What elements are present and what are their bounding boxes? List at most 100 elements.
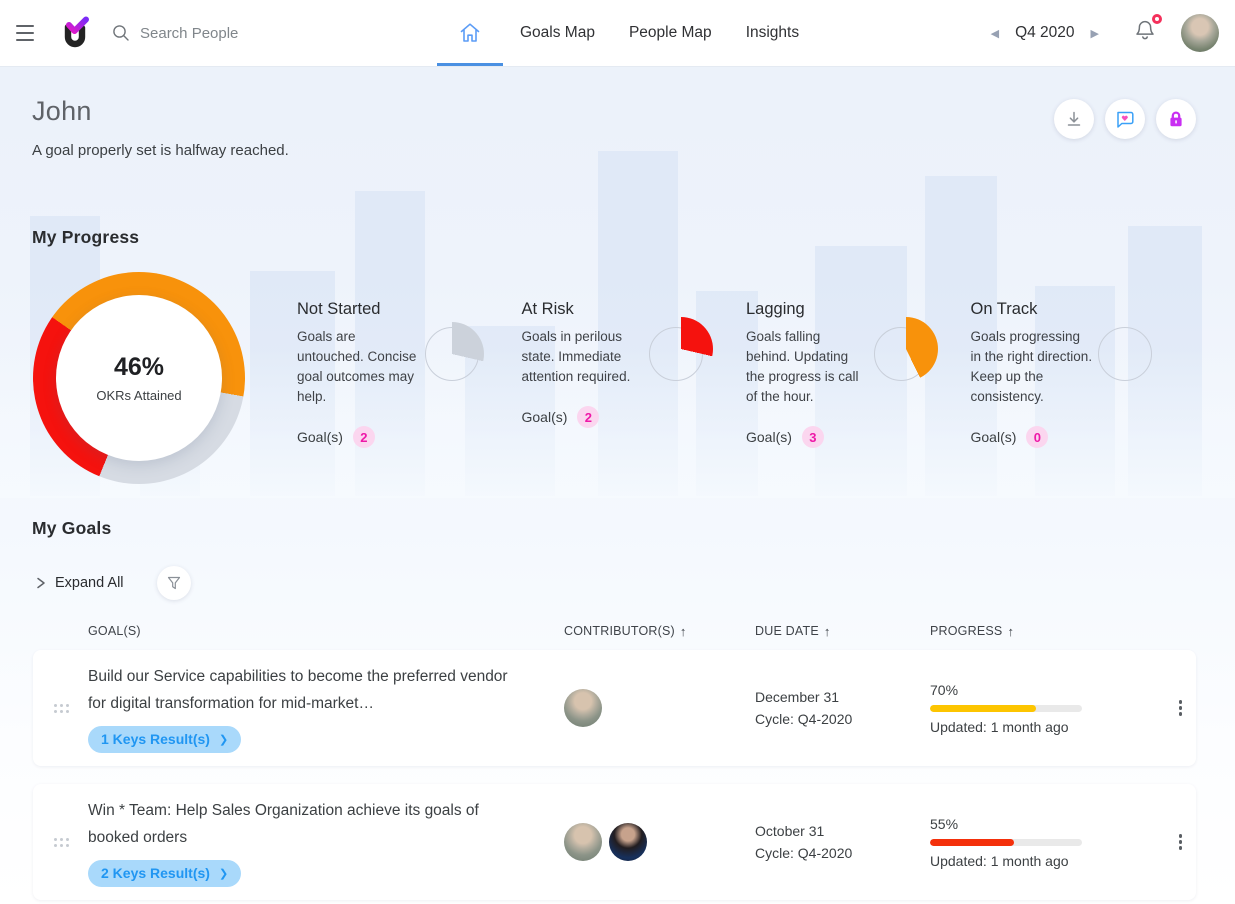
people-search [112,24,330,42]
cycle-next-icon[interactable]: ▶ [1087,23,1103,44]
hamburger-menu-icon[interactable] [16,25,40,41]
goals-count-badge[interactable]: 2 [353,426,375,448]
feedback-button[interactable] [1105,99,1145,139]
primary-nav: Goals Map People Map Insights [437,0,816,66]
due-date-cell: December 31 Cycle: Q4-2020 [744,686,919,730]
chevron-right-icon[interactable] [34,575,48,591]
cycle-label: Q4 2020 [1015,24,1074,42]
hero-action-buttons [1054,99,1196,139]
status-description: Goals falling behind. Updating the progr… [746,327,868,407]
status-title: Not Started [297,300,522,319]
contributors-cell [538,689,744,727]
status-card-lagging: Lagging Goals falling behind. Updating t… [746,300,971,448]
progress-bar [930,705,1082,712]
my-goals-title: My Goals [32,518,111,539]
lagging-pie-icon [869,322,933,386]
my-progress-title: My Progress [32,227,139,248]
updated-label: Updated: 1 month ago [930,719,1139,735]
goals-label: Goal(s) [746,429,792,445]
expand-all-button[interactable]: Expand All [55,575,124,591]
column-goals[interactable]: GOAL(S) [88,624,538,638]
motivation-quote: A goal properly set is halfway reached. [32,142,289,159]
contributor-avatar [564,689,602,727]
status-card-list: Not Started Goals are untouched. Concise… [297,300,1195,448]
column-contributors[interactable]: CONTRIBUTOR(S)↑ [538,624,744,639]
contributor-avatar [564,823,602,861]
goal-title: Build our Service capabilities to become… [88,663,520,717]
goals-label: Goal(s) [297,429,343,445]
column-due-date[interactable]: DUE DATE↑ [744,624,919,639]
active-tab-indicator [437,63,503,66]
chevron-right-icon: ❯ [219,733,228,746]
row-menu-button[interactable] [1165,834,1196,850]
due-date-cell: October 31 Cycle: Q4-2020 [744,820,919,864]
progress-cell: 70% Updated: 1 month ago [919,682,1139,735]
search-input[interactable] [140,25,330,42]
status-title: On Track [971,300,1196,319]
feedback-heart-icon [1114,108,1136,130]
progress-percent: 70% [930,682,1139,698]
updated-label: Updated: 1 month ago [930,853,1139,869]
app-logo[interactable] [58,15,92,51]
tab-insights[interactable]: Insights [729,0,816,66]
okr-percent-value: 46% [114,353,164,382]
goals-count-badge[interactable]: 2 [577,406,599,428]
goals-toolbar: Expand All [34,566,191,600]
status-description: Goals in perilous state. Immediate atten… [522,327,644,387]
download-button[interactable] [1054,99,1094,139]
user-avatar[interactable] [1181,14,1219,52]
progress-cell: 55% Updated: 1 month ago [919,816,1139,869]
okr-dashboard-page: Goals Map People Map Insights ◀ Q4 2020 … [0,0,1235,904]
user-hero: John A goal properly set is halfway reac… [32,96,289,159]
lock-button[interactable] [1156,99,1196,139]
topbar-right-group: ◀ Q4 2020 ▶ [987,0,1219,66]
sort-asc-icon: ↑ [1007,624,1014,639]
progress-percent: 55% [930,816,1139,832]
goal-title: Win * Team: Help Sales Organization achi… [88,797,520,851]
goal-row[interactable]: Win * Team: Help Sales Organization achi… [33,784,1196,900]
key-results-pill[interactable]: 1 Keys Result(s)❯ [88,726,241,753]
sort-asc-icon: ↑ [680,624,687,639]
top-navigation-bar: Goals Map People Map Insights ◀ Q4 2020 … [0,0,1235,66]
filter-funnel-icon [165,574,183,592]
filter-button[interactable] [157,566,191,600]
search-icon [112,24,130,42]
page-title: John [32,96,289,127]
tab-goals-map[interactable]: Goals Map [503,0,612,66]
status-card-not-started: Not Started Goals are untouched. Concise… [297,300,522,448]
tab-home[interactable] [437,0,503,66]
status-description: Goals are untouched. Concise goal outcom… [297,327,419,407]
home-icon [458,21,482,45]
drag-handle[interactable] [54,704,70,713]
notifications-button[interactable] [1133,18,1157,49]
goals-label: Goal(s) [522,409,568,425]
status-card-on-track: On Track Goals progressing in the right … [971,300,1196,448]
contributors-cell [538,823,744,861]
donut-center: 46% OKRs Attained [56,295,222,461]
goals-label: Goal(s) [971,429,1017,445]
contributor-avatar [609,823,647,861]
on-track-pie-icon [1093,322,1157,386]
okr-donut-chart: 46% OKRs Attained [33,272,245,484]
okr-percent-label: OKRs Attained [96,388,181,403]
goals-count-badge[interactable]: 0 [1026,426,1048,448]
goals-table-header: GOAL(S) CONTRIBUTOR(S)↑ DUE DATE↑ PROGRE… [33,620,1196,642]
at-risk-pie-icon [644,322,708,386]
cycle-selector: ◀ Q4 2020 ▶ [987,23,1103,44]
key-results-pill[interactable]: 2 Keys Result(s)❯ [88,860,241,887]
status-title: Lagging [746,300,971,319]
goal-row[interactable]: Build our Service capabilities to become… [33,650,1196,766]
chevron-right-icon: ❯ [219,867,228,880]
goals-count-badge[interactable]: 3 [802,426,824,448]
not-started-pie-icon [420,322,484,386]
row-menu-button[interactable] [1165,700,1196,716]
status-description: Goals progressing in the right direction… [971,327,1093,407]
cycle-prev-icon[interactable]: ◀ [987,23,1003,44]
status-card-at-risk: At Risk Goals in perilous state. Immedia… [522,300,747,448]
drag-handle[interactable] [54,838,70,847]
tab-people-map[interactable]: People Map [612,0,729,66]
lock-icon [1165,108,1187,130]
column-progress[interactable]: PROGRESS↑ [919,624,1139,639]
notification-badge [1152,14,1162,24]
sort-asc-icon: ↑ [824,624,831,639]
